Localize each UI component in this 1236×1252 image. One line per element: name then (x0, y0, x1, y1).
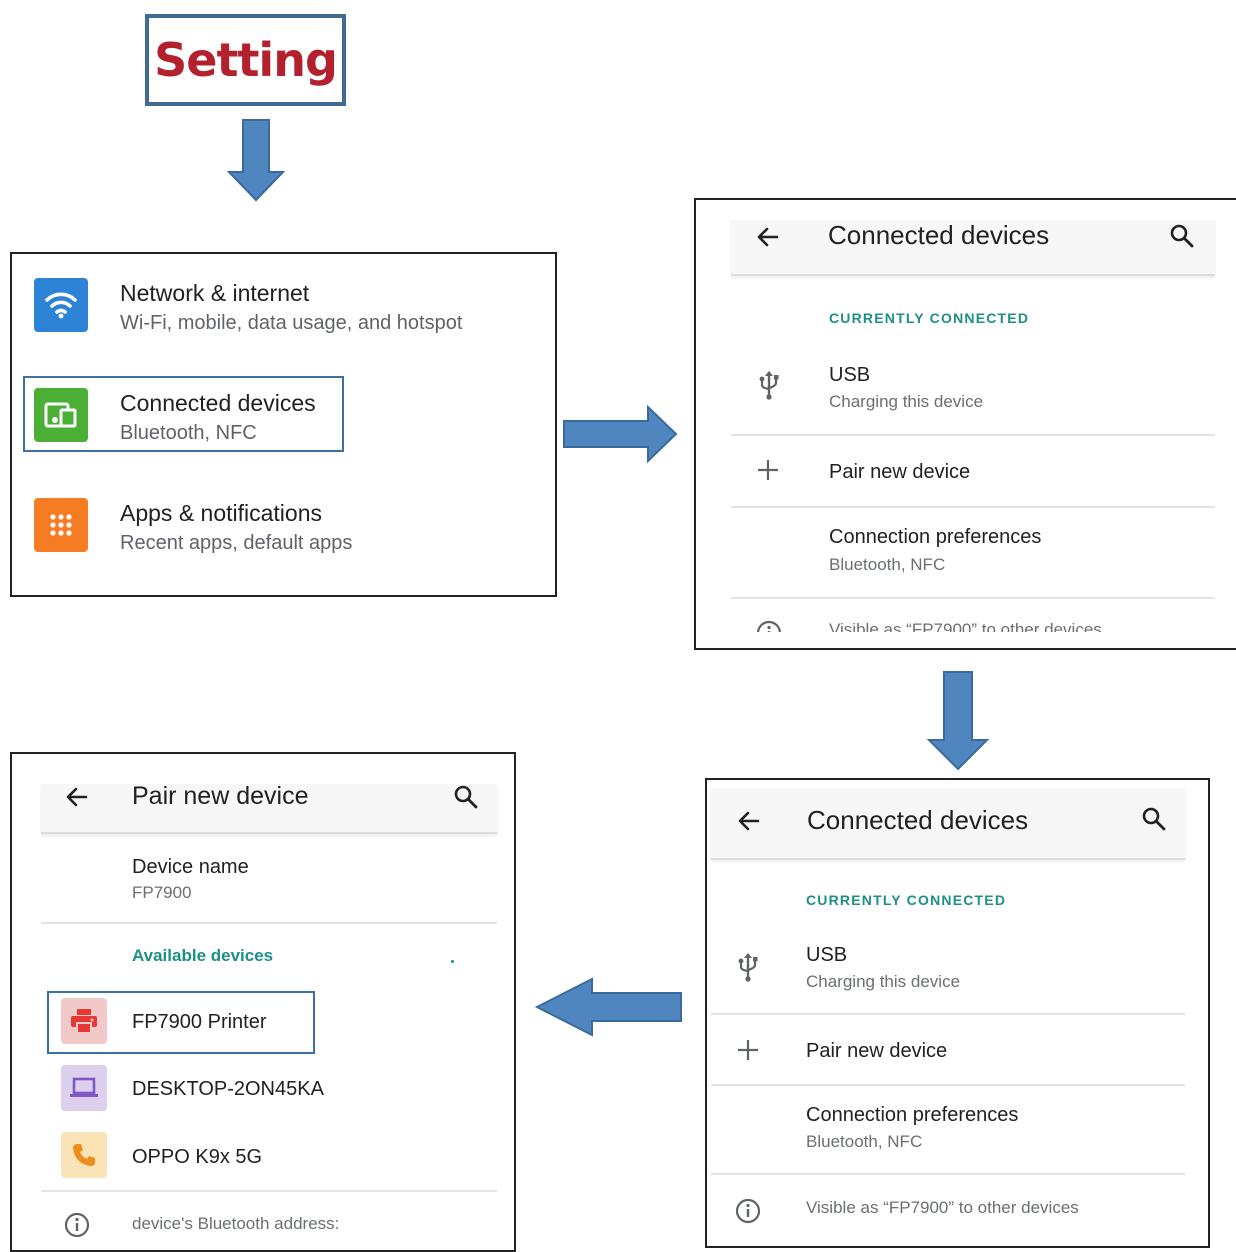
highlight-box (47, 991, 315, 1054)
app-bar: Pair new device (41, 782, 497, 834)
app-bar: Connected devices (711, 788, 1185, 860)
connected-devices-screen-bottom: Connected devices CURRENTLY CONNECTED US… (705, 778, 1210, 1248)
usb-icon (738, 953, 758, 982)
apps-icon (34, 498, 88, 552)
settings-panel: Network & internet Wi-Fi, mobile, data u… (10, 252, 557, 597)
divider (711, 1173, 1185, 1175)
settings-item-apps[interactable]: Apps & notifications Recent apps, defaul… (12, 498, 552, 578)
back-arrow-icon[interactable] (736, 808, 762, 834)
settings-item-network[interactable]: Network & internet Wi-Fi, mobile, data u… (12, 278, 552, 358)
divider (41, 922, 497, 924)
info-icon (735, 1198, 761, 1224)
bluetooth-address-label: device's Bluetooth address: (132, 1214, 340, 1233)
plus-icon (738, 1040, 758, 1060)
search-icon[interactable] (1141, 806, 1167, 832)
available-devices-header: Available devices (132, 946, 274, 965)
pair-new-device-label: Pair new device (806, 1040, 948, 1062)
connection-preferences-subtitle: Bluetooth, NFC (829, 555, 946, 574)
search-icon[interactable] (1169, 223, 1195, 249)
device-name-label: Device name (132, 856, 249, 878)
pair-new-device-screen: Pair new device Device name FP7900 Avail… (10, 752, 516, 1252)
settings-item-title: Network & internet (120, 280, 310, 306)
device-name: DESKTOP-2ON45KA (132, 1078, 324, 1100)
setting-title: Setting (154, 33, 338, 87)
laptop-icon (61, 1065, 107, 1111)
divider (731, 506, 1215, 508)
page-title: Connected devices (807, 805, 1029, 835)
arrow-left-icon (534, 977, 682, 1037)
section-header: CURRENTLY CONNECTED (806, 892, 1007, 908)
phone-icon (61, 1132, 107, 1178)
device-name: OPPO K9x 5G (132, 1146, 263, 1168)
page-title: Pair new device (132, 782, 309, 810)
scanning-indicator (451, 960, 454, 963)
arrow-right-icon (563, 405, 678, 463)
highlight-box (23, 376, 344, 452)
divider (41, 1190, 497, 1192)
settings-item-title: Apps & notifications (120, 500, 323, 526)
section-header: CURRENTLY CONNECTED (829, 310, 1030, 326)
pair-new-device-label: Pair new device (829, 461, 971, 483)
connection-preferences-subtitle: Bluetooth, NFC (806, 1132, 923, 1151)
app-bar: Connected devices (731, 220, 1215, 276)
usb-subtitle: Charging this device (806, 972, 961, 991)
settings-item-subtitle: Wi-Fi, mobile, data usage, and hotspot (120, 312, 463, 334)
divider (731, 434, 1215, 436)
divider (731, 597, 1215, 599)
connection-preferences-title: Connection preferences (806, 1104, 1019, 1126)
settings-item-subtitle: Recent apps, default apps (120, 532, 353, 554)
arrow-down-icon (226, 119, 286, 202)
usb-icon (759, 371, 779, 400)
connected-devices-screen-top: Connected devices CURRENTLY CONNECTED US… (694, 198, 1236, 650)
crop-edge (696, 632, 1236, 648)
plus-icon (758, 460, 778, 480)
divider (711, 1084, 1185, 1086)
arrow-down-icon (926, 671, 990, 771)
page-title: Connected devices (828, 220, 1050, 250)
usb-title: USB (806, 944, 848, 966)
back-arrow-icon[interactable] (755, 224, 781, 250)
back-arrow-icon[interactable] (64, 784, 90, 810)
usb-subtitle: Charging this device (829, 392, 984, 411)
device-name-value: FP7900 (132, 883, 192, 902)
info-icon (64, 1212, 90, 1238)
usb-title: USB (829, 364, 871, 386)
visible-as-text: Visible as “FP7900” to other devices (806, 1198, 1079, 1217)
divider (711, 1013, 1185, 1015)
search-icon[interactable] (453, 784, 479, 810)
connection-preferences-title: Connection preferences (829, 526, 1042, 548)
wifi-icon (34, 278, 88, 332)
setting-title-box: Setting (145, 14, 346, 106)
